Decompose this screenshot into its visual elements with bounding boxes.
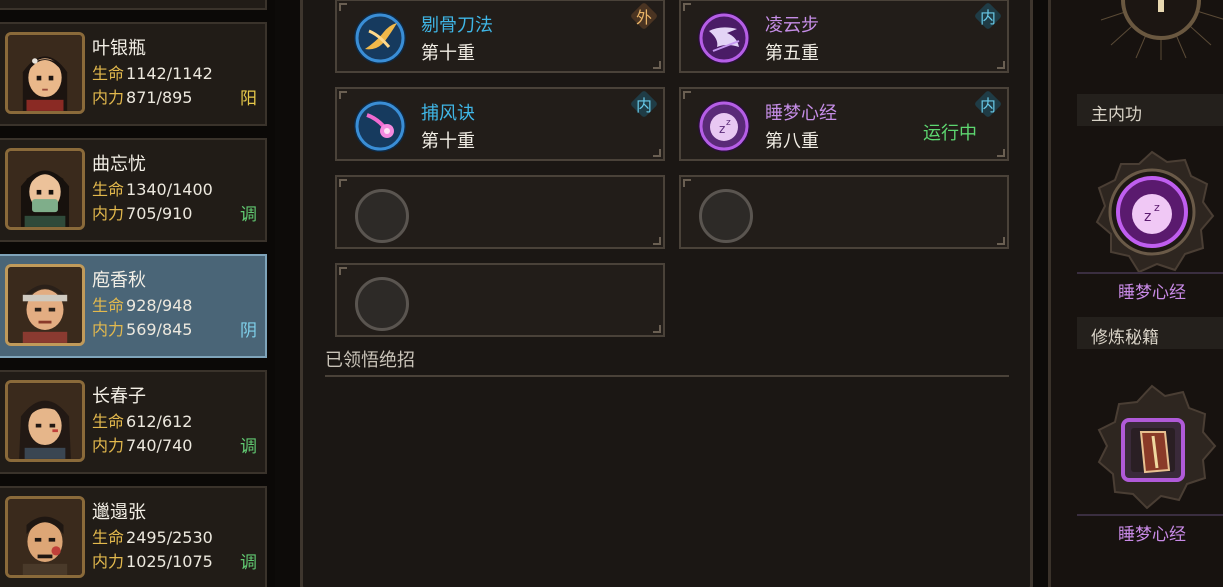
skill-name: 捕风诀 <box>421 103 475 124</box>
empty-skill-slot[interactable] <box>679 175 1009 249</box>
character-name: 曲忘忧 <box>92 154 146 175</box>
training-manual-name: 睡梦心经 <box>1118 525 1186 545</box>
character-portrait <box>5 148 85 230</box>
running-status: 运行中 <box>923 123 977 144</box>
svg-text:z: z <box>1154 201 1160 214</box>
character-name: 叶银瓶 <box>92 38 146 59</box>
character-card-selected[interactable]: 庖香秋 生命 928/948 内力 569/845 阴 <box>0 254 267 358</box>
empty-socket-icon <box>355 189 409 243</box>
skill-slot-active[interactable]: zz 睡梦心经 第八重 运行中 内 <box>679 87 1009 161</box>
hp-stat: 生命 612/612 <box>92 412 193 431</box>
dream-sutra-icon: zz <box>697 99 751 153</box>
mp-stat: 内力 1025/1075 <box>92 552 213 571</box>
skill-slot[interactable]: 凌云步 第五重 内 <box>679 0 1009 73</box>
training-manual-label: 修炼秘籍 <box>1077 317 1223 349</box>
hp-stat: 生命 2495/2530 <box>92 528 213 547</box>
character-card[interactable]: 长春子 生命 612/612 内力 740/740 调 <box>0 370 267 474</box>
blade-technique-icon <box>353 11 407 65</box>
affinity-badge: 调 <box>240 205 257 225</box>
character-list: 叶银瓶 生命 1142/1142 内力 871/895 阳 曲忘忧 生命 1340/1… <box>0 0 275 587</box>
martial-skills-panel: 剔骨刀法 第十重 外 凌云步 第五重 内 捕风诀 第十重 内 zz 睡梦心经 第… <box>300 0 1033 587</box>
divider-line <box>1077 272 1223 274</box>
empty-socket-icon <box>355 277 409 331</box>
external-type-badge: 外 <box>629 1 659 31</box>
affinity-badge: 阴 <box>240 321 257 341</box>
character-card-partial[interactable] <box>0 0 267 10</box>
skill-slot[interactable]: 捕风诀 第十重 内 <box>335 87 665 161</box>
affinity-badge: 调 <box>240 437 257 457</box>
skill-level: 第十重 <box>421 131 475 152</box>
character-card[interactable]: 曲忘忧 生命 1340/1400 内力 705/910 调 <box>0 138 267 242</box>
svg-text:z: z <box>719 122 725 136</box>
character-card[interactable]: 叶银瓶 生命 1142/1142 内力 871/895 阳 <box>0 22 267 126</box>
character-card[interactable]: 邋遢张 生命 2495/2530 内力 1025/1075 调 <box>0 486 267 587</box>
main-inner-skill-name: 睡梦心经 <box>1118 283 1186 303</box>
hp-stat: 生命 1340/1400 <box>92 180 213 199</box>
learned-moves-title: 已领悟绝招 <box>325 350 415 371</box>
empty-skill-slot[interactable] <box>335 263 665 337</box>
character-name: 庖香秋 <box>92 270 146 291</box>
mp-stat: 内力 871/895 <box>92 88 193 107</box>
empty-socket-icon <box>699 189 753 243</box>
affinity-badge: 阳 <box>240 89 257 109</box>
empty-skill-slot[interactable] <box>335 175 665 249</box>
skill-level: 第五重 <box>765 43 819 64</box>
training-manual-slot[interactable] <box>1087 384 1217 509</box>
svg-text:z: z <box>726 118 731 128</box>
internal-type-badge: 内 <box>629 89 659 119</box>
skill-slot[interactable]: 剔骨刀法 第十重 外 <box>335 0 665 73</box>
svg-text:z: z <box>1144 209 1151 225</box>
skill-level: 第十重 <box>421 43 475 64</box>
wind-catcher-icon <box>353 99 407 153</box>
section-divider <box>325 375 1009 377</box>
character-name: 邋遢张 <box>92 502 146 523</box>
hp-stat: 生命 1142/1142 <box>92 64 213 83</box>
mp-stat: 内力 569/845 <box>92 320 193 339</box>
internal-type-badge: 内 <box>973 1 1003 31</box>
skill-name: 睡梦心经 <box>765 103 837 124</box>
skill-level: 第八重 <box>765 131 819 152</box>
right-sidebar: 主内功 z z 睡梦心经 修炼秘籍 睡梦心经 <box>1048 0 1223 587</box>
character-portrait <box>5 264 85 346</box>
character-portrait <box>5 380 85 462</box>
sun-emblem-icon <box>1081 0 1223 60</box>
character-portrait <box>5 32 85 114</box>
character-portrait <box>5 496 85 578</box>
character-name: 长春子 <box>92 386 146 407</box>
mp-stat: 内力 740/740 <box>92 436 193 455</box>
skill-name: 剔骨刀法 <box>421 15 493 36</box>
cloud-step-icon <box>697 11 751 65</box>
affinity-badge: 调 <box>240 553 257 573</box>
main-inner-skill-slot[interactable]: z z <box>1087 150 1217 275</box>
divider-line <box>1077 514 1223 516</box>
internal-type-badge: 内 <box>973 89 1003 119</box>
main-inner-skill-label: 主内功 <box>1077 94 1223 126</box>
mp-stat: 内力 705/910 <box>92 204 193 223</box>
hp-stat: 生命 928/948 <box>92 296 193 315</box>
skill-name: 凌云步 <box>765 15 819 36</box>
